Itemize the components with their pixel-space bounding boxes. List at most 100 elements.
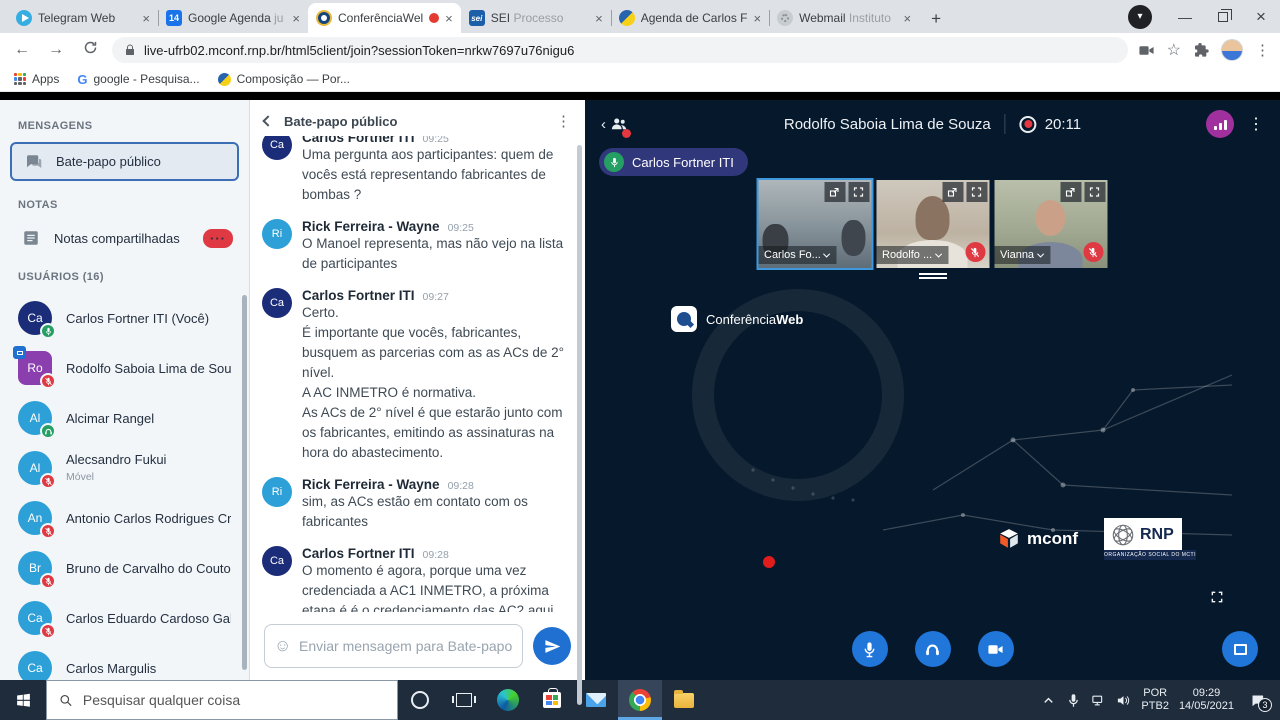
extensions-icon[interactable] [1193, 42, 1209, 58]
popout-icon[interactable] [942, 182, 963, 202]
search-input[interactable] [83, 692, 385, 708]
taskbar-search[interactable] [46, 680, 398, 720]
tab-agenda-carlos[interactable]: Agenda de Carlos F × [611, 3, 769, 33]
tab-google-agenda[interactable]: 14 Google Agenda ju × [158, 3, 308, 33]
notification-center-button[interactable]: 3 [1244, 693, 1270, 708]
avatar: Ca [262, 546, 292, 576]
fullscreen-icon[interactable] [1084, 182, 1105, 202]
page-top-band [0, 92, 1280, 100]
conferenciaweb-logo: ConferênciaWeb [671, 306, 803, 332]
fullscreen-icon[interactable] [848, 182, 869, 202]
file-explorer-button[interactable] [662, 680, 706, 720]
new-tab-button[interactable]: + [919, 9, 953, 33]
tray-mic-icon[interactable] [1066, 693, 1081, 708]
tab-close-icon[interactable]: × [292, 11, 300, 26]
bookmark-google[interactable]: G google - Pesquisa... [77, 72, 199, 87]
slide-fullscreen-icon[interactable] [1210, 590, 1224, 609]
webcam-name-dropdown[interactable]: Rodolfo ... [876, 246, 948, 264]
bookmark-star-icon[interactable]: ☆ [1167, 40, 1181, 60]
clock[interactable]: 09:2914/05/2021 [1179, 687, 1234, 713]
close-window-button[interactable]: × [1242, 0, 1280, 33]
bookmark-apps[interactable]: Apps [14, 72, 59, 86]
camera-in-use-icon[interactable] [1138, 42, 1155, 59]
record-icon [1020, 116, 1037, 133]
tab-title: Google Agenda [188, 11, 271, 25]
address-bar[interactable]: live-ufrb02.mconf.rnp.br/html5client/joi… [112, 37, 1128, 63]
tab-conferenciaweb-active[interactable]: ConferênciaWel × [308, 3, 461, 33]
rnp-logo: RNP ORGANIZAÇÃO SOCIAL DO MCTI [1104, 518, 1196, 560]
user-row[interactable]: Al Alecsandro FukuiMóvel [10, 443, 239, 493]
webcam-vianna[interactable]: Vianna [994, 180, 1107, 268]
tray-expand-icon[interactable] [1041, 693, 1056, 708]
bookmark-composicao[interactable]: Composição — Por... [218, 72, 350, 86]
chrome-taskbar-button[interactable] [618, 680, 662, 720]
tab-close-icon[interactable]: × [753, 11, 761, 26]
user-row[interactable]: Br Bruno de Carvalho do Couto [10, 543, 239, 593]
webcam-carlos[interactable]: Carlos Fo... [758, 180, 871, 268]
folder-icon [674, 693, 694, 708]
chat-message-input[interactable] [264, 624, 523, 668]
presentation-slide[interactable]: ConferênciaWeb mconf RNP ORGANIZAÇÃO SOC… [633, 280, 1232, 615]
task-view-button[interactable] [442, 680, 486, 720]
tab-close-icon[interactable]: × [445, 11, 453, 26]
sidebar-item-shared-notes[interactable]: Notas compartilhadas ··· [10, 221, 239, 255]
tray-volume-icon[interactable] [1116, 693, 1131, 708]
refresh-icon[interactable] [78, 40, 102, 60]
webcam-rodolfo[interactable]: Rodolfo ... [876, 180, 989, 268]
chrome-menu-icon[interactable]: ⋮ [1255, 41, 1270, 59]
back-icon[interactable]: ← [10, 41, 34, 59]
lock-icon [124, 44, 136, 56]
send-message-button[interactable] [533, 627, 571, 665]
webcam-name-dropdown[interactable]: Carlos Fo... [758, 246, 837, 264]
mute-button[interactable] [852, 631, 888, 667]
tab-close-icon[interactable]: × [903, 11, 911, 26]
mic-muted-icon [40, 373, 56, 389]
tab-telegram[interactable]: Telegram Web × [8, 3, 158, 33]
chevron-down-icon [1037, 250, 1044, 257]
popout-icon[interactable] [1060, 182, 1081, 202]
chat-back-icon[interactable] [262, 115, 273, 126]
chat-messages[interactable]: Ca Carlos Fortner ITI09:25 Uma pergunta … [250, 136, 585, 612]
mail-button[interactable] [574, 680, 618, 720]
screenshare-button[interactable] [1222, 631, 1258, 667]
cortana-button[interactable] [398, 680, 442, 720]
user-row[interactable]: Ca Carlos Margulis [10, 643, 239, 680]
language-indicator[interactable]: PORPTB2 [1141, 687, 1169, 713]
tab-title: Webmail [799, 11, 845, 25]
presenter-icon [13, 346, 26, 359]
toggle-userlist-button[interactable]: ‹ [601, 115, 628, 133]
messages-header: MENSAGENS [18, 120, 231, 132]
media-controls-button[interactable]: ▾ [1128, 5, 1152, 29]
user-row[interactable]: Al Alcimar Rangel [10, 393, 239, 443]
start-button[interactable] [0, 680, 46, 720]
minimize-button[interactable]: — [1166, 0, 1204, 33]
connection-status-button[interactable] [1206, 110, 1234, 138]
popout-icon[interactable] [824, 182, 845, 202]
profile-avatar[interactable] [1221, 39, 1243, 61]
tab-sei[interactable]: sei SEI Processo × [461, 3, 611, 33]
sidebar-item-public-chat[interactable]: Bate-papo público [10, 142, 239, 181]
forward-icon[interactable]: → [44, 41, 68, 59]
user-row[interactable]: An Antonio Carlos Rodrigues Crist... [10, 493, 239, 543]
user-row[interactable]: Ro Rodolfo Saboia Lima de Souza [10, 343, 239, 393]
current-talker-pill[interactable]: Carlos Fortner ITI [599, 148, 748, 176]
edge-button[interactable] [486, 680, 530, 720]
chat-options-icon[interactable]: ⋮ [556, 112, 571, 130]
user-row[interactable]: Ca Carlos Fortner ITI (Você) [10, 293, 239, 343]
mic-on-icon [604, 152, 624, 172]
webcam-name-dropdown[interactable]: Vianna [994, 246, 1050, 264]
restore-button[interactable] [1204, 0, 1242, 33]
user-row[interactable]: Ca Carlos Eduardo Cardoso Galhar... [10, 593, 239, 643]
audio-button[interactable] [915, 631, 951, 667]
webcam-button[interactable] [978, 631, 1014, 667]
emoji-icon[interactable]: ☺ [274, 636, 291, 656]
tab-close-icon[interactable]: × [595, 11, 603, 26]
tab-webmail[interactable]: Webmail Instituto × [769, 3, 919, 33]
stage-options-icon[interactable]: ⋮ [1248, 114, 1264, 134]
sidebar-scrollbar[interactable] [242, 295, 247, 670]
store-button[interactable] [530, 680, 574, 720]
tray-network-icon[interactable] [1091, 693, 1106, 708]
fullscreen-icon[interactable] [966, 182, 987, 202]
tab-close-icon[interactable]: × [142, 11, 150, 26]
recording-indicator[interactable]: 20:11 [1020, 116, 1081, 133]
